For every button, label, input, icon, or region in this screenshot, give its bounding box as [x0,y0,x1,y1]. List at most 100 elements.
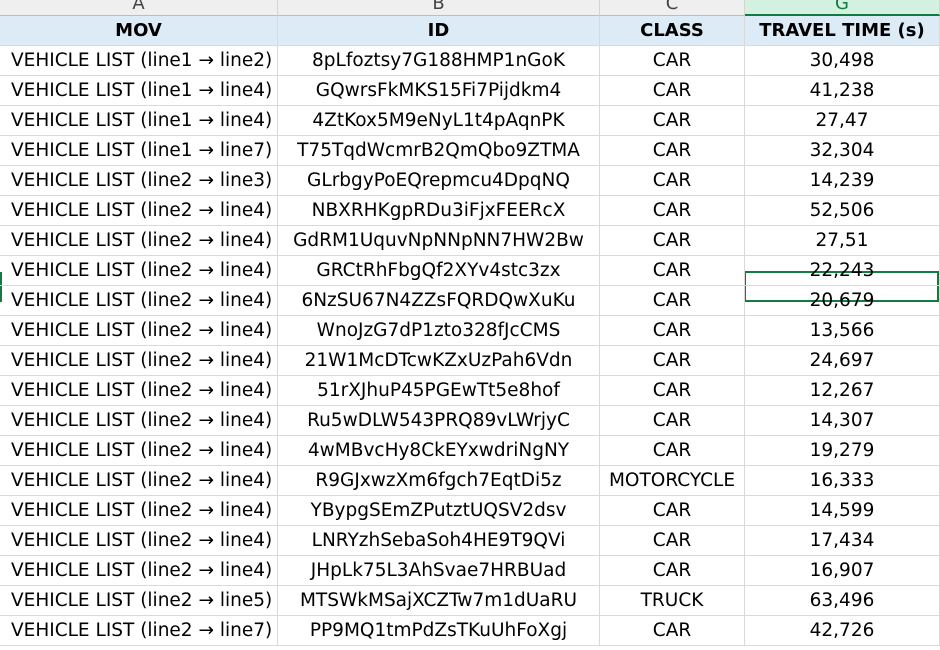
table-row: VEHICLE LIST (line2 → line4) WnoJzG7dP1zt… [0,316,940,346]
cell-travel-time[interactable]: 27,51 [745,226,940,256]
cell-travel-time[interactable]: 16,907 [745,556,940,586]
cell-travel-time[interactable]: 13,566 [745,316,940,346]
cell-class[interactable]: TRUCK [600,586,745,616]
cell-travel-time[interactable]: 20,679 [745,286,940,316]
cell-class[interactable]: CAR [600,256,745,286]
header-cell-mov[interactable]: MOV [0,16,278,46]
cell-class[interactable]: CAR [600,436,745,466]
cell-id[interactable]: 4wMBvcHy8CkEYxwdriNgNY [278,436,600,466]
cell-id[interactable]: GdRM1UquvNpNNpNN7HW2Bw [278,226,600,256]
cell-mov[interactable]: VEHICLE LIST (line2 → line4) [0,316,278,346]
table-row: VEHICLE LIST (line2 → line4) 4wMBvcHy8CkE… [0,436,940,466]
cell-travel-time[interactable]: 41,238 [745,76,940,106]
table-row: VEHICLE LIST (line2 → line4) NBXRHKgpRDu3… [0,196,940,226]
cell-travel-time[interactable]: 27,47 [745,106,940,136]
cell-mov[interactable]: VEHICLE LIST (line2 → line4) [0,376,278,406]
cell-mov[interactable]: VEHICLE LIST (line2 → line4) [0,256,278,286]
cell-mov[interactable]: VEHICLE LIST (line1 → line7) [0,136,278,166]
cell-id[interactable]: 51rXJhuP45PGEwTt5e8hof [278,376,600,406]
column-header-g[interactable]: G [745,0,940,16]
cell-class[interactable]: CAR [600,46,745,76]
cell-mov[interactable]: VEHICLE LIST (line1 → line2) [0,46,278,76]
cell-id[interactable]: 8pLfoztsy7G188HMP1nGoK [278,46,600,76]
cell-class[interactable]: CAR [600,406,745,436]
cell-travel-time[interactable]: 24,697 [745,346,940,376]
header-cell-class[interactable]: CLASS [600,16,745,46]
cell-mov[interactable]: VEHICLE LIST (line1 → line4) [0,106,278,136]
cell-travel-time[interactable]: 12,267 [745,376,940,406]
cell-class[interactable]: CAR [600,346,745,376]
cell-id[interactable]: 6NzSU67N4ZZsFQRDQwXuKu [278,286,600,316]
cell-class[interactable]: CAR [600,136,745,166]
table-row: VEHICLE LIST (line1 → line7) T75TqdWcmrB2… [0,136,940,166]
cell-mov[interactable]: VEHICLE LIST (line2 → line4) [0,436,278,466]
cell-class[interactable]: CAR [600,76,745,106]
table-row: VEHICLE LIST (line2 → line4) 51rXJhuP45PG… [0,376,940,406]
table-row: VEHICLE LIST (line2 → line5) MTSWkMSajXCZ… [0,586,940,616]
cell-mov[interactable]: VEHICLE LIST (line2 → line3) [0,166,278,196]
cell-travel-time[interactable]: 22,243 [745,256,940,286]
cell-mov[interactable]: VEHICLE LIST (line2 → line5) [0,586,278,616]
cell-mov[interactable]: VEHICLE LIST (line2 → line4) [0,406,278,436]
cell-travel-time[interactable]: 32,304 [745,136,940,166]
cell-mov[interactable]: VEHICLE LIST (line1 → line4) [0,76,278,106]
cell-class[interactable]: CAR [600,196,745,226]
cell-travel-time[interactable]: 14,307 [745,406,940,436]
spreadsheet: A B C G MOV ID CLASS TRAVEL TIME (s) VEH… [0,0,940,650]
cell-id[interactable]: LNRYzhSebaSoh4HE9T9QVi [278,526,600,556]
column-header-c[interactable]: C [600,0,745,16]
cell-class[interactable]: CAR [600,376,745,406]
cell-id[interactable]: GQwrsFkMKS15Fi7Pijdkm4 [278,76,600,106]
cell-id[interactable]: JHpLk75L3AhSvae7HRBUad [278,556,600,586]
cell-travel-time[interactable]: 16,333 [745,466,940,496]
table-row: VEHICLE LIST (line2 → line4) GdRM1UquvNpN… [0,226,940,256]
cell-mov[interactable]: VEHICLE LIST (line2 → line4) [0,556,278,586]
cell-class[interactable]: CAR [600,526,745,556]
cell-mov[interactable]: VEHICLE LIST (line2 → line4) [0,346,278,376]
cell-travel-time[interactable]: 19,279 [745,436,940,466]
column-header-a[interactable]: A [0,0,278,16]
cell-class[interactable]: CAR [600,316,745,346]
cell-id[interactable]: NBXRHKgpRDu3iFjxFEERcX [278,196,600,226]
cell-id[interactable]: YBypgSEmZPutztUQSV2dsv [278,496,600,526]
cell-mov[interactable]: VEHICLE LIST (line2 → line7) [0,616,278,646]
cell-mov[interactable]: VEHICLE LIST (line2 → line4) [0,286,278,316]
cell-mov[interactable]: VEHICLE LIST (line2 → line4) [0,196,278,226]
cell-id[interactable]: GRCtRhFbgQf2XYv4stc3zx [278,256,600,286]
cell-travel-time[interactable]: 30,498 [745,46,940,76]
cell-id[interactable]: Ru5wDLW543PRQ89vLWrjyC [278,406,600,436]
cell-id[interactable]: MTSWkMSajXCZTw7m1dUaRU [278,586,600,616]
cell-class[interactable]: CAR [600,226,745,256]
cell-id[interactable]: PP9MQ1tmPdZsTKuUhFoXgj [278,616,600,646]
cell-class[interactable]: CAR [600,556,745,586]
cell-id[interactable]: 21W1McDTcwKZxUzPah6Vdn [278,346,600,376]
column-header-b[interactable]: B [278,0,600,16]
table-row: VEHICLE LIST (line2 → line4) 6NzSU67N4ZZs… [0,286,940,316]
cell-mov[interactable]: VEHICLE LIST (line2 → line4) [0,496,278,526]
cell-id[interactable]: 4ZtKox5M9eNyL1t4pAqnPK [278,106,600,136]
cell-class[interactable]: MOTORCYCLE [600,466,745,496]
header-cell-id[interactable]: ID [278,16,600,46]
cell-class[interactable]: CAR [600,616,745,646]
cell-travel-time[interactable]: 14,599 [745,496,940,526]
header-cell-travel-time[interactable]: TRAVEL TIME (s) [745,16,940,46]
cell-mov[interactable]: VEHICLE LIST (line2 → line4) [0,466,278,496]
cell-id[interactable]: R9GJxwzXm6fgch7EqtDi5z [278,466,600,496]
table-row: VEHICLE LIST (line2 → line7) PP9MQ1tmPdZs… [0,616,940,646]
cell-id[interactable]: WnoJzG7dP1zto328fJcCMS [278,316,600,346]
cell-class[interactable]: CAR [600,106,745,136]
cell-id[interactable]: T75TqdWcmrB2QmQbo9ZTMA [278,136,600,166]
cell-mov[interactable]: VEHICLE LIST (line2 → line4) [0,526,278,556]
cell-mov[interactable]: VEHICLE LIST (line2 → line4) [0,226,278,256]
cell-travel-time[interactable]: 14,239 [745,166,940,196]
cell-travel-time[interactable]: 42,726 [745,616,940,646]
cell-class[interactable]: CAR [600,496,745,526]
table-row: VEHICLE LIST (line2 → line4) R9GJxwzXm6fg… [0,466,940,496]
cell-class[interactable]: CAR [600,166,745,196]
cell-travel-time[interactable]: 63,496 [745,586,940,616]
cell-travel-time[interactable]: 52,506 [745,196,940,226]
cell-class[interactable]: CAR [600,286,745,316]
table-row: VEHICLE LIST (line2 → line4) JHpLk75L3AhS… [0,556,940,586]
cell-travel-time[interactable]: 17,434 [745,526,940,556]
cell-id[interactable]: GLrbgyPoEQrepmcu4DpqNQ [278,166,600,196]
